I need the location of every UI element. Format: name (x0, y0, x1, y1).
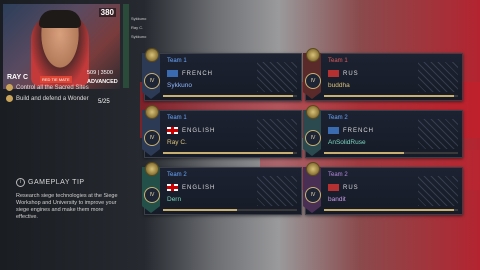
tier-badge: IV (305, 187, 321, 203)
player-name: Dern (167, 196, 182, 203)
civ-row: RUS (328, 184, 359, 191)
team-label: Team 2 (328, 172, 348, 178)
civ-row: FRENCH (328, 127, 374, 134)
progress-fill (324, 209, 454, 211)
webcam-timer: 380 (98, 8, 116, 17)
info-icon: i (16, 178, 25, 187)
webcam-score: 509 | 3500 (87, 70, 113, 76)
team-label: Team 1 (328, 58, 348, 64)
team-label: Team 2 (167, 172, 187, 178)
objective-label: Control all the Sacred Sites (16, 85, 89, 92)
player-name: Sykkuno (167, 82, 192, 89)
card-decoration (257, 62, 297, 92)
civ-name: ENGLISH (182, 127, 216, 134)
streamer-hair (39, 10, 81, 28)
card-decoration (418, 62, 458, 92)
player-card[interactable]: IV Team 2 FRENCH AnSolidRuse (303, 105, 463, 158)
civ-name: FRENCH (182, 70, 213, 77)
streamer-badge: RED TIE MATE (40, 76, 72, 83)
wonder-icon (6, 95, 13, 102)
side-strip (123, 4, 129, 88)
civ-crest-icon (145, 162, 159, 176)
card-decoration (418, 176, 458, 206)
civ-name: RUS (343, 70, 359, 77)
civ-crest-icon (145, 48, 159, 62)
progress-fill (163, 95, 293, 97)
tier-badge: IV (305, 130, 321, 146)
player-card[interactable]: IV Team 2 RUS bandit (303, 162, 463, 215)
progress-fill (324, 95, 454, 97)
player-name: buddha (328, 82, 350, 89)
progress-bar (324, 95, 458, 97)
objective-item: Control all the Sacred Sites (6, 84, 89, 91)
sacred-site-icon (6, 84, 13, 91)
player-card[interactable]: IV Team 1 RUS buddha (303, 48, 463, 101)
civ-row: RUS (328, 70, 359, 77)
progress-fill (163, 209, 237, 211)
civ-row: ENGLISH (167, 127, 215, 134)
player-card[interactable]: IV Team 2 ENGLISH Dern (142, 162, 302, 215)
webcam-overlay: 380 RAY C RED TIE MATE 509 | 3500 ADVANC… (3, 4, 120, 89)
tier-badge: IV (305, 73, 321, 89)
tip-header: i GAMEPLAY TIP (16, 178, 126, 187)
civ-name: ENGLISH (182, 184, 216, 191)
civ-row: ENGLISH (167, 184, 215, 191)
objective-item: Build and defend a Wonder (6, 95, 89, 102)
english-flag-icon (167, 184, 178, 191)
mini-list-item: Sykkuno (131, 16, 147, 21)
progress-fill (163, 152, 293, 154)
team-label: Team 1 (167, 115, 187, 121)
mini-player-list: Sykkuno Ray C. Sykkuno (131, 14, 146, 41)
rus-flag-icon (328, 184, 339, 191)
civ-crest-icon (306, 48, 320, 62)
civ-crest-icon (306, 162, 320, 176)
mini-list-item: Ray C. (131, 25, 144, 30)
team-label: Team 1 (167, 58, 187, 64)
tier-badge: IV (144, 73, 160, 89)
objective-count: 5/25 (98, 99, 110, 105)
progress-bar (324, 209, 458, 211)
tier-badge: IV (144, 187, 160, 203)
progress-bar (324, 152, 458, 154)
civ-name: FRENCH (343, 127, 374, 134)
player-name: bandit (328, 196, 346, 203)
progress-bar (163, 95, 297, 97)
sponsor-label: ADVANCED (87, 79, 118, 85)
player-card[interactable]: IV Team 1 FRENCH Sykkuno (142, 48, 302, 101)
player-name: AnSolidRuse (328, 139, 366, 146)
card-decoration (418, 119, 458, 149)
player-name: Ray C. (167, 139, 187, 146)
player-card[interactable]: IV Team 1 ENGLISH Ray C. (142, 105, 302, 158)
tip-body: Research siege technologies at the Siege… (16, 193, 118, 220)
team-label: Team 2 (328, 115, 348, 121)
english-flag-icon (167, 127, 178, 134)
streamer-tag: RAY C (7, 74, 29, 81)
card-decoration (257, 176, 297, 206)
civ-name: RUS (343, 184, 359, 191)
tier-badge: IV (144, 130, 160, 146)
objective-label: Build and defend a Wonder (16, 96, 89, 103)
gameplay-tip: i GAMEPLAY TIP Research siege technologi… (16, 178, 126, 221)
progress-fill (324, 152, 405, 154)
civ-crest-icon (145, 105, 159, 119)
progress-bar (163, 152, 297, 154)
civ-row: FRENCH (167, 70, 213, 77)
progress-bar (163, 209, 297, 211)
tip-title: GAMEPLAY TIP (28, 179, 85, 186)
mini-list-item: Sykkuno (131, 34, 147, 39)
card-decoration (257, 119, 297, 149)
french-flag-icon (328, 127, 339, 134)
french-flag-icon (167, 70, 178, 77)
civ-crest-icon (306, 105, 320, 119)
rus-flag-icon (328, 70, 339, 77)
